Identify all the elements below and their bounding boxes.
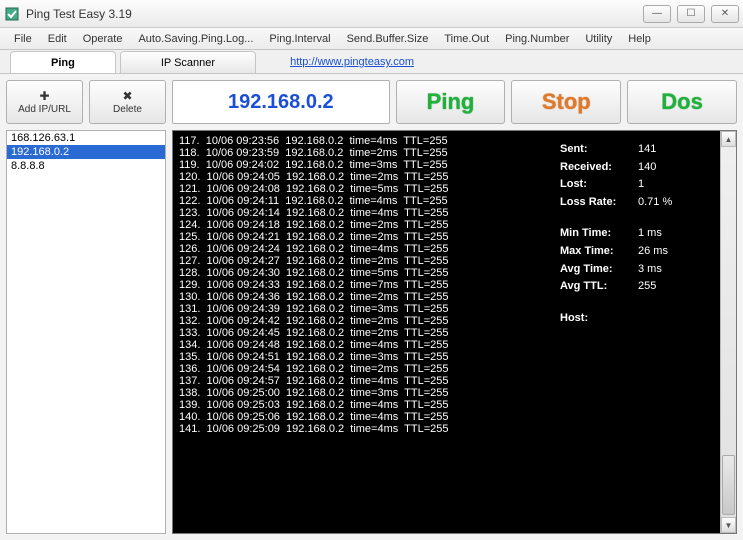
ip-list[interactable]: 168.126.63.1192.168.0.28.8.8.8	[6, 130, 166, 534]
console: 117. 10/06 09:23:56 192.168.0.2 time=4ms…	[172, 130, 737, 534]
dos-button[interactable]: Dos	[627, 80, 737, 124]
menu-file[interactable]: File	[6, 33, 40, 45]
scroll-thumb[interactable]	[722, 455, 735, 515]
maximize-button[interactable]: ☐	[677, 5, 705, 23]
menu-ping-interval[interactable]: Ping.Interval	[261, 33, 338, 45]
ping-button[interactable]: Ping	[396, 80, 506, 124]
menu-ping-number[interactable]: Ping.Number	[497, 33, 577, 45]
stop-button[interactable]: Stop	[511, 80, 621, 124]
delete-button[interactable]: ✖ Delete	[89, 80, 166, 124]
window-title: Ping Test Easy 3.19	[26, 7, 132, 21]
menu-auto-saving-ping-log-[interactable]: Auto.Saving.Ping.Log...	[130, 33, 261, 45]
content: ✚ Add IP/URL ✖ Delete 168.126.63.1192.16…	[0, 74, 743, 540]
minimize-button[interactable]: —	[643, 5, 671, 23]
scroll-down-button[interactable]: ▼	[721, 517, 736, 533]
scrollbar[interactable]: ▲ ▼	[720, 131, 736, 533]
ip-list-item[interactable]: 192.168.0.2	[7, 145, 165, 159]
ip-input[interactable]: 192.168.0.2	[172, 80, 390, 124]
menu-help[interactable]: Help	[620, 33, 659, 45]
main-pane: 192.168.0.2 Ping Stop Dos 117. 10/06 09:…	[172, 80, 737, 534]
ip-list-item[interactable]: 8.8.8.8	[7, 159, 165, 173]
menu-time-out[interactable]: Time.Out	[436, 33, 497, 45]
delete-icon: ✖	[122, 89, 132, 103]
tabs-row: Ping IP Scanner http://www.pingteasy.com	[0, 50, 743, 74]
app-icon	[4, 6, 20, 22]
menu-send-buffer-size[interactable]: Send.Buffer.Size	[339, 33, 437, 45]
sidebar: ✚ Add IP/URL ✖ Delete 168.126.63.1192.16…	[6, 80, 166, 534]
close-button[interactable]: ✕	[711, 5, 739, 23]
menu-edit[interactable]: Edit	[40, 33, 75, 45]
add-ip-button[interactable]: ✚ Add IP/URL	[6, 80, 83, 124]
menu-utility[interactable]: Utility	[577, 33, 620, 45]
menubar: FileEditOperateAuto.Saving.Ping.Log...Pi…	[0, 28, 743, 50]
titlebar: Ping Test Easy 3.19 — ☐ ✕	[0, 0, 743, 28]
menu-operate[interactable]: Operate	[75, 33, 131, 45]
ping-log: 117. 10/06 09:23:56 192.168.0.2 time=4ms…	[173, 131, 552, 533]
link-website[interactable]: http://www.pingteasy.com	[260, 51, 444, 73]
scroll-up-button[interactable]: ▲	[721, 131, 736, 147]
add-icon: ✚	[39, 89, 49, 103]
stats-panel: Sent:141 Received:140 Lost:1 Loss Rate:0…	[552, 131, 720, 533]
tab-ip-scanner[interactable]: IP Scanner	[120, 51, 256, 73]
ip-list-item[interactable]: 168.126.63.1	[7, 131, 165, 145]
tab-ping[interactable]: Ping	[10, 51, 116, 73]
scroll-track[interactable]	[721, 147, 736, 517]
